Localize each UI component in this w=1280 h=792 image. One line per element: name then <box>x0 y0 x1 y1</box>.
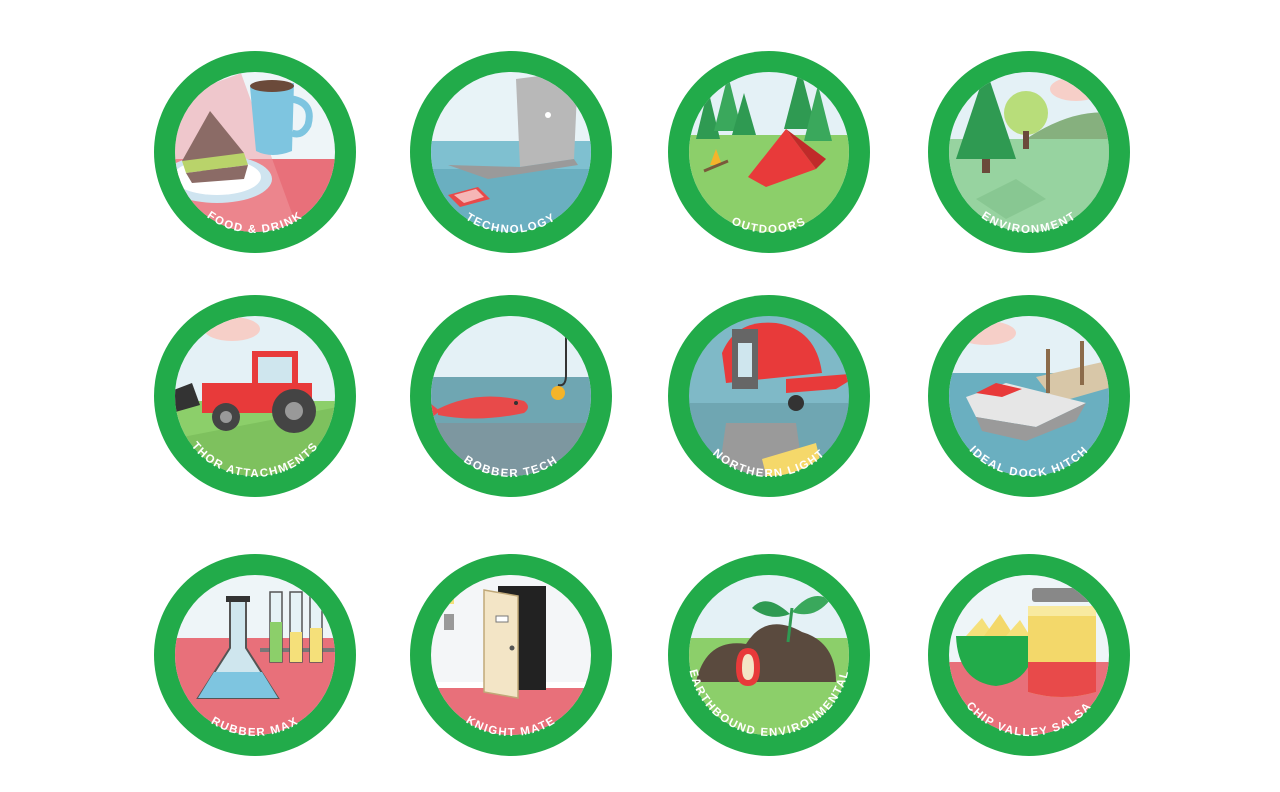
fish-hook-icon: BOBBER TECH <box>410 295 612 497</box>
badge-northern-light: NORTHERN LIGHT <box>666 293 872 499</box>
badge-knight-mate: KNIGHT MATE <box>408 552 614 758</box>
badge-ideal-dock-hitch: IDEAL DOCK HITCH <box>926 293 1132 499</box>
open-door-icon: KNIGHT MATE <box>410 554 612 756</box>
badge-technology: TECHNOLOGY <box>408 49 614 255</box>
badge-grid: FOOD & DRINK TECHNOLOGY OUTDOORS ENVIRON… <box>0 0 1280 792</box>
coffee-sandwich-icon: FOOD & DRINK <box>154 51 356 253</box>
laptop-icon: TECHNOLOGY <box>410 51 612 253</box>
tractor-icon: THOR ATTACHMENTS <box>154 295 356 497</box>
badge-earthbound-environmental: EARTHBOUND ENVIRONMENTAL <box>666 552 872 758</box>
chips-salsa-jar-icon: CHIP VALLEY SALSA <box>928 554 1130 756</box>
badge-bobber-tech: BOBBER TECH <box>408 293 614 499</box>
badge-chip-valley-salsa: CHIP VALLEY SALSA <box>926 552 1132 758</box>
badge-rubber-max: RUBBER MAX <box>152 552 358 758</box>
badge-environment: ENVIRONMENT <box>926 49 1132 255</box>
compost-sprout-icon: EARTHBOUND ENVIRONMENTAL <box>668 554 870 756</box>
badge-outdoors: OUTDOORS <box>666 49 872 255</box>
boat-dock-icon: IDEAL DOCK HITCH <box>928 295 1130 497</box>
lab-flask-icon: RUBBER MAX <box>154 554 356 756</box>
trees-hills-icon: ENVIRONMENT <box>928 51 1130 253</box>
badge-thor-attachments: THOR ATTACHMENTS <box>152 293 358 499</box>
badge-food-drink: FOOD & DRINK <box>152 49 358 255</box>
firefighter-helmet-icon: NORTHERN LIGHT <box>668 295 870 497</box>
tent-campfire-icon: OUTDOORS <box>668 51 870 253</box>
